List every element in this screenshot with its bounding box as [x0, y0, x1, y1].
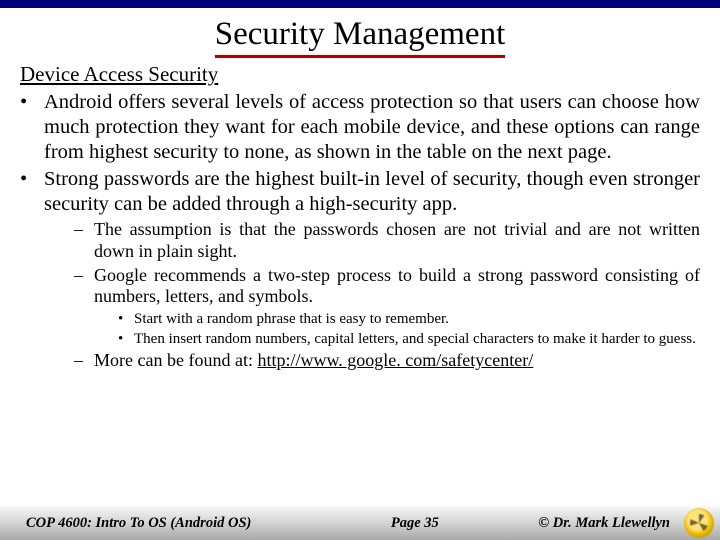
footer-author: © Dr. Mark Llewellyn: [538, 515, 670, 532]
section-heading: Device Access Security: [20, 62, 700, 88]
sub-bullet-item: The assumption is that the passwords cho…: [74, 219, 700, 263]
bullet-text: Android offers several levels of access …: [44, 91, 700, 163]
footer-right: © Dr. Mark Llewellyn: [538, 508, 720, 538]
slide-content: Device Access Security Android offers se…: [0, 58, 720, 372]
subsub-bullet-text: Start with a random phrase that is easy …: [134, 311, 449, 327]
sub-bullet-item: More can be found at: http://www. google…: [74, 350, 700, 372]
reference-link[interactable]: http://www. google. com/safetycenter/: [257, 350, 533, 370]
subsub-bullet-item: Start with a random phrase that is easy …: [118, 310, 700, 328]
bullet-text: Strong passwords are the highest built-i…: [44, 168, 700, 215]
footer-page: Page 35: [351, 515, 439, 532]
sub-bullet-text: Google recommends a two-step process to …: [94, 265, 700, 307]
subsub-bullet-list: Start with a random phrase that is easy …: [94, 310, 700, 348]
subsub-bullet-item: Then insert random numbers, capital lett…: [118, 330, 700, 348]
slide-title: Security Management: [215, 16, 506, 58]
ucf-logo-icon: [684, 508, 714, 538]
sub-bullet-text: The assumption is that the passwords cho…: [94, 219, 700, 261]
sub-bullet-item: Google recommends a two-step process to …: [74, 265, 700, 349]
bullet-item: Android offers several levels of access …: [20, 90, 700, 165]
sub-bullet-text: More can be found at:: [94, 350, 257, 370]
footer-course: COP 4600: Intro To OS (Android OS): [26, 515, 251, 532]
title-wrap: Security Management: [0, 16, 720, 58]
slide: Security Management Device Access Securi…: [0, 0, 720, 540]
subsub-bullet-text: Then insert random numbers, capital lett…: [134, 331, 696, 347]
bullet-list: Android offers several levels of access …: [20, 90, 700, 372]
sub-bullet-list: The assumption is that the passwords cho…: [44, 219, 700, 372]
bullet-item: Strong passwords are the highest built-i…: [20, 167, 700, 372]
slide-footer: COP 4600: Intro To OS (Android OS) Page …: [0, 506, 720, 540]
